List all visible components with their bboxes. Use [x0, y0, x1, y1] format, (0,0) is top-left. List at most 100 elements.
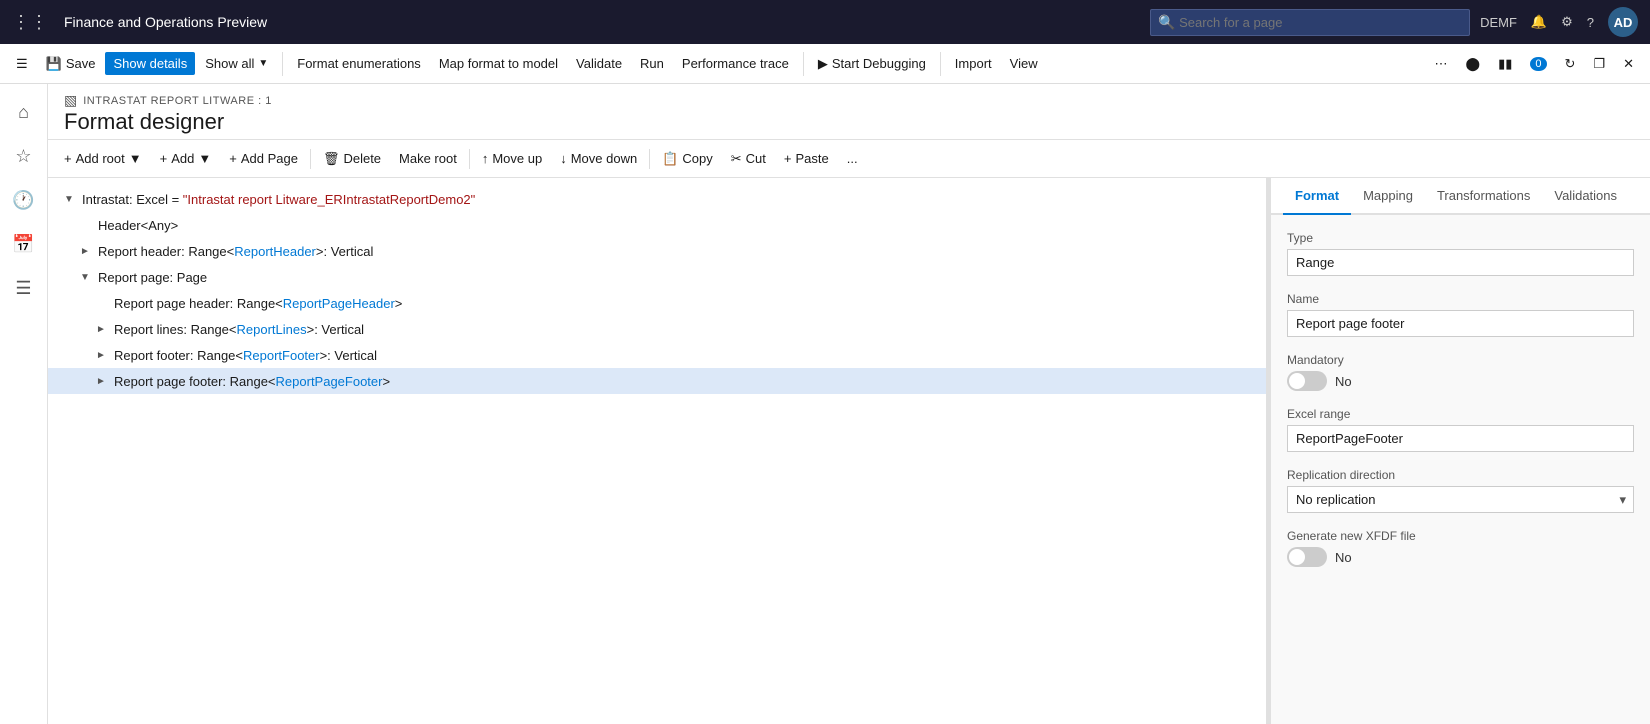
format-enumerations-button[interactable]: Format enumerations	[289, 52, 429, 75]
tree-item-root[interactable]: ▼ Intrastat: Excel = "Intrastat report L…	[48, 186, 1266, 212]
filter-icon[interactable]: ▧	[64, 92, 77, 109]
expand-icon-report-page: ▼	[80, 272, 96, 283]
grid-icon[interactable]: ⋮⋮	[12, 12, 48, 33]
move-up-icon: ↑	[482, 151, 489, 166]
tab-mapping[interactable]: Mapping	[1351, 178, 1425, 215]
sidebar-recent-icon[interactable]: 🕐	[4, 180, 44, 220]
expand-icon-report-footer: ►	[96, 350, 112, 361]
xfdf-toggle[interactable]	[1287, 547, 1327, 567]
start-debugging-button[interactable]: ▶ Start Debugging	[810, 52, 934, 76]
right-panel-content: Type Name Mandatory	[1271, 215, 1650, 724]
expand-icon-report-lines: ►	[96, 324, 112, 335]
add-dropdown-icon: ▼	[198, 151, 211, 166]
move-down-icon: ↓	[560, 151, 567, 166]
tree-item-lines-text: Report lines: Range<	[114, 322, 237, 337]
toolbar-sep-1	[310, 149, 311, 169]
tree-item-header-any[interactable]: Header<Any>	[48, 212, 1266, 238]
add-page-icon: +	[229, 151, 237, 166]
more-button[interactable]: ⋯	[1427, 52, 1456, 76]
copy-button[interactable]: 📋 Copy	[654, 147, 721, 171]
sidebar-calendar-icon[interactable]: 📅	[4, 224, 44, 264]
mandatory-field-group: Mandatory No	[1287, 353, 1634, 391]
xfdf-toggle-row: No	[1287, 547, 1634, 567]
tree-item-root-string: "Intrastat report Litware_ERIntrastatRep…	[183, 192, 475, 207]
tree-item-report-footer[interactable]: ► Report footer: Range<ReportFooter>: Ve…	[48, 342, 1266, 368]
sidebar-icons: ⌂ ☆ 🕐 📅 ☰	[0, 84, 48, 724]
type-field-input[interactable]	[1287, 249, 1634, 276]
validate-button[interactable]: Validate	[568, 52, 630, 75]
xfdf-label: Generate new XFDF file	[1287, 529, 1634, 543]
top-nav-right: DEMF 🔔 ⚙ ? AD	[1480, 7, 1638, 37]
tree-item-root-text: Intrastat: Excel =	[82, 192, 183, 207]
make-root-button[interactable]: Make root	[391, 147, 465, 170]
run-button[interactable]: Run	[632, 52, 672, 75]
debug-icon: ▶	[818, 56, 828, 72]
open-new-button[interactable]: ❐	[1585, 52, 1613, 76]
xfdf-toggle-label: No	[1335, 550, 1352, 565]
mandatory-toggle-row: No	[1287, 371, 1634, 391]
cut-icon: ✂	[731, 151, 742, 167]
search-input[interactable]	[1150, 9, 1470, 36]
show-details-button[interactable]: Show details	[105, 52, 195, 75]
badge-button[interactable]: 0	[1522, 53, 1554, 75]
tree-item-report-page-footer[interactable]: ► Report page footer: Range<ReportPageFo…	[48, 368, 1266, 394]
tree-item-report-page[interactable]: ▼ Report page: Page	[48, 264, 1266, 290]
move-up-button[interactable]: ↑ Move up	[474, 147, 550, 170]
tab-format[interactable]: Format	[1283, 178, 1351, 215]
tab-transformations[interactable]: Transformations	[1425, 178, 1542, 215]
sidebar-list-icon[interactable]: ☰	[4, 268, 44, 308]
move-down-button[interactable]: ↓ Move down	[552, 147, 645, 170]
tree-item-report-lines[interactable]: ► Report lines: Range<ReportLines>: Vert…	[48, 316, 1266, 342]
import-button[interactable]: Import	[947, 52, 1000, 75]
tree-pane: ▼ Intrastat: Excel = "Intrastat report L…	[48, 178, 1266, 724]
paste-button[interactable]: + Paste	[776, 147, 837, 170]
panel-button[interactable]: ▮▮	[1490, 52, 1520, 76]
page-title: Format designer	[64, 109, 1634, 135]
mandatory-toggle-knob	[1289, 373, 1305, 389]
add-button[interactable]: + Add ▼	[152, 147, 220, 170]
replication-select[interactable]: No replication Vertical Horizontal	[1287, 486, 1634, 513]
tree-item-report-header[interactable]: ► Report header: Range<ReportHeader>: Ve…	[48, 238, 1266, 264]
tab-validations[interactable]: Validations	[1542, 178, 1629, 215]
action-bar: ☰ 💾 Save Show details Show all ▼ Format …	[0, 44, 1650, 84]
mandatory-toggle[interactable]	[1287, 371, 1327, 391]
replication-field-group: Replication direction No replication Ver…	[1287, 468, 1634, 513]
format-toolbar: + Add root ▼ + Add ▼ + Add Page 🗑 Delete…	[48, 140, 1650, 178]
add-root-button[interactable]: + Add root ▼	[56, 147, 150, 170]
name-field-input[interactable]	[1287, 310, 1634, 337]
sidebar-home-icon[interactable]: ⌂	[4, 92, 44, 132]
tree-item-report-header-text: Report header: Range<	[98, 244, 234, 259]
replication-select-wrap: No replication Vertical Horizontal	[1287, 486, 1634, 513]
sidebar-favorites-icon[interactable]: ☆	[4, 136, 44, 176]
hamburger-button[interactable]: ☰	[8, 52, 36, 76]
close-button[interactable]: ✕	[1615, 52, 1642, 76]
paste-icon: +	[784, 151, 792, 166]
show-all-button[interactable]: Show all ▼	[197, 52, 276, 75]
show-all-dropdown-icon: ▼	[258, 58, 268, 69]
cut-button[interactable]: ✂ Cut	[723, 147, 774, 171]
add-page-button[interactable]: + Add Page	[221, 147, 306, 170]
settings-icon[interactable]: ⚙	[1561, 14, 1573, 30]
name-field-group: Name	[1287, 292, 1634, 337]
save-button[interactable]: 💾 Save	[38, 52, 104, 76]
delete-button[interactable]: 🗑 Delete	[315, 147, 389, 171]
notification-icon[interactable]: 🔔	[1531, 14, 1547, 30]
main-layout: ⌂ ☆ 🕐 📅 ☰ ▧ INTRASTAT REPORT LITWARE : 1…	[0, 84, 1650, 724]
top-nav: ⋮⋮ Finance and Operations Preview 🔍 DEMF…	[0, 0, 1650, 44]
performance-trace-button[interactable]: Performance trace	[674, 52, 797, 75]
diamond-button[interactable]: ⬤	[1458, 52, 1489, 76]
refresh-button[interactable]: ↻	[1557, 52, 1584, 76]
tree-item-report-page-header[interactable]: Report page header: Range<ReportPageHead…	[48, 290, 1266, 316]
user-badge[interactable]: AD	[1608, 7, 1638, 37]
excel-range-input[interactable]	[1287, 425, 1634, 452]
add-root-dropdown-icon: ▼	[129, 151, 142, 166]
replication-label: Replication direction	[1287, 468, 1634, 482]
mandatory-field-label: Mandatory	[1287, 353, 1634, 367]
type-field-label: Type	[1287, 231, 1634, 245]
copy-icon: 📋	[662, 151, 678, 167]
map-format-button[interactable]: Map format to model	[431, 52, 566, 75]
more-toolbar-button[interactable]: ...	[839, 147, 866, 170]
help-icon[interactable]: ?	[1587, 15, 1594, 30]
view-button[interactable]: View	[1002, 52, 1046, 75]
split-pane: ▼ Intrastat: Excel = "Intrastat report L…	[48, 178, 1650, 724]
